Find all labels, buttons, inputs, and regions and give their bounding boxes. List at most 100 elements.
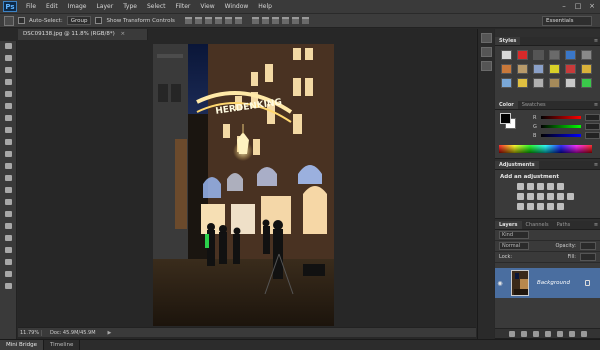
marquee-tool-icon[interactable] [3,55,14,65]
minimize-icon[interactable]: – [560,2,568,10]
delete-layer-icon[interactable] [580,330,587,337]
menu-file[interactable]: File [21,0,41,13]
menu-window[interactable]: Window [220,0,254,13]
style-swatch[interactable] [581,64,592,74]
menu-edit[interactable]: Edit [41,0,63,13]
exposure-icon[interactable] [547,183,554,190]
tab-mini-bridge[interactable]: Mini Bridge [0,340,44,350]
history-brush-tool-icon[interactable] [3,151,14,161]
style-swatch[interactable] [581,78,592,88]
tab-layers[interactable]: Layers [495,221,522,229]
gradient-tool-icon[interactable] [3,175,14,185]
style-swatch[interactable] [501,78,512,88]
eraser-tool-icon[interactable] [3,163,14,173]
black-white-icon[interactable] [537,193,544,200]
blur-tool-icon[interactable] [3,187,14,197]
distribute-center-icon[interactable] [291,17,299,24]
opacity-field[interactable] [580,242,596,250]
menu-help[interactable]: Help [253,0,277,13]
tab-channels[interactable]: Channels [522,221,553,229]
new-group-icon[interactable] [556,330,563,337]
hue-saturation-icon[interactable] [517,193,524,200]
menu-filter[interactable]: Filter [171,0,196,13]
align-center-icon[interactable] [224,17,232,24]
style-swatch[interactable] [565,64,576,74]
edit-toolbar-icon[interactable] [3,283,14,293]
lasso-tool-icon[interactable] [3,67,14,77]
dodge-tool-icon[interactable] [3,199,14,209]
brush-tool-icon[interactable] [3,127,14,137]
style-swatch[interactable] [565,50,576,60]
move-tool-preset-icon[interactable] [4,15,14,26]
crop-tool-icon[interactable] [3,91,14,101]
show-transform-checkbox[interactable] [95,17,103,24]
channel-mixer-icon[interactable] [557,193,564,200]
style-swatch[interactable] [549,64,560,74]
distribute-left-icon[interactable] [281,17,289,24]
vibrance-icon[interactable] [557,183,564,190]
tab-timeline[interactable]: Timeline [44,340,81,350]
style-swatch[interactable] [517,50,528,60]
add-mask-icon[interactable] [532,330,539,337]
align-left-icon[interactable] [214,17,222,24]
layer-row-background[interactable]: ◉ Background [495,268,600,298]
menu-type[interactable]: Type [118,0,142,13]
style-swatch[interactable] [501,64,512,74]
selective-color-icon[interactable] [557,203,564,210]
tab-adjustments[interactable]: Adjustments [495,161,539,169]
align-right-icon[interactable] [234,17,242,24]
info-panel-icon[interactable] [480,61,492,71]
distribute-middle-icon[interactable] [261,17,269,24]
red-value-field[interactable] [584,114,600,121]
link-layers-icon[interactable] [508,330,515,337]
shape-tool-icon[interactable] [3,247,14,257]
photo-filter-icon[interactable] [547,193,554,200]
layer-kind-filter[interactable]: Kind [499,231,529,239]
eyedropper-tool-icon[interactable] [3,103,14,113]
invert-icon[interactable] [517,203,524,210]
green-slider[interactable] [540,125,581,128]
healing-brush-tool-icon[interactable] [3,115,14,125]
style-swatch[interactable] [565,78,576,88]
posterize-icon[interactable] [527,203,534,210]
blend-mode-dropdown[interactable]: Normal [499,242,529,250]
style-swatch[interactable] [517,78,528,88]
style-swatch[interactable] [533,64,544,74]
panel-menu-icon[interactable]: ≡ [592,101,600,109]
close-icon[interactable]: × [588,2,596,10]
menu-layer[interactable]: Layer [91,0,118,13]
maximize-icon[interactable]: □ [574,2,582,10]
foreground-color-chip[interactable] [500,113,511,124]
menu-image[interactable]: Image [63,0,92,13]
zoom-level[interactable]: 11.79% [20,329,42,336]
style-swatch[interactable] [501,50,512,60]
style-swatch[interactable] [549,78,560,88]
align-top-icon[interactable] [184,17,192,24]
hand-tool-icon[interactable] [3,259,14,269]
distribute-bottom-icon[interactable] [271,17,279,24]
panel-menu-icon[interactable]: ≡ [592,221,600,229]
status-menu-arrow-icon[interactable]: ▶ [108,330,112,336]
properties-panel-icon[interactable] [480,47,492,57]
align-bottom-icon[interactable] [204,17,212,24]
type-tool-icon[interactable] [3,223,14,233]
menu-select[interactable]: Select [142,0,171,13]
distribute-top-icon[interactable] [251,17,259,24]
pen-tool-icon[interactable] [3,211,14,221]
auto-select-checkbox[interactable] [18,17,25,24]
threshold-icon[interactable] [537,203,544,210]
image-canvas[interactable]: HERDENKING [153,44,334,326]
clone-stamp-tool-icon[interactable] [3,139,14,149]
gradient-map-icon[interactable] [547,203,554,210]
zoom-tool-icon[interactable] [3,271,14,281]
tab-color[interactable]: Color [495,101,518,109]
tab-swatches[interactable]: Swatches [518,101,550,109]
style-swatch[interactable] [533,78,544,88]
new-adjustment-layer-icon[interactable] [544,330,551,337]
layer-style-icon[interactable] [520,330,527,337]
brightness-contrast-icon[interactable] [517,183,524,190]
close-tab-icon[interactable]: × [121,31,126,37]
path-select-tool-icon[interactable] [3,235,14,245]
color-balance-icon[interactable] [527,193,534,200]
tab-paths[interactable]: Paths [553,221,575,229]
